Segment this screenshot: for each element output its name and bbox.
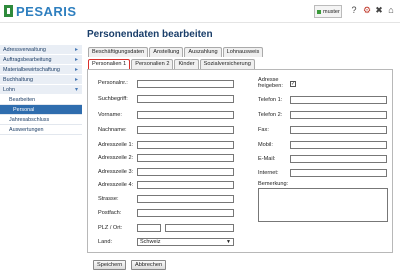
label-vorname: Vorname: <box>98 112 122 118</box>
sidebar-subitem-label: Personal <box>13 107 35 113</box>
label-adresse-freigeben-line2: freigeben: <box>258 83 283 89</box>
sidebar-item-buchhaltung[interactable]: Buchhaltung ▸ <box>0 75 82 85</box>
label-personalnr: Personalnr.: <box>98 80 128 86</box>
tools-icon[interactable]: ✖ <box>374 5 384 16</box>
label-postfach: Postfach: <box>98 210 122 216</box>
label-internet: Internet: <box>258 170 279 176</box>
page-title: Personendaten bearbeiten <box>87 29 213 40</box>
tab-beschaeftigungsdaten[interactable]: Beschäftigungsdaten <box>88 47 149 57</box>
sidebar-item-label: Adressverwaltung <box>3 47 46 53</box>
home-icon[interactable]: ⌂ <box>386 5 396 16</box>
help-icon[interactable]: ? <box>349 5 359 16</box>
chevron-right-icon: ▸ <box>74 57 78 63</box>
label-adresszeile-1: Adresszeile 1: <box>98 142 134 148</box>
sidebar-item-lohn[interactable]: Lohn ▾ <box>0 85 82 95</box>
label-mobil: Mobil: <box>258 142 273 148</box>
adresszeile-4-field[interactable] <box>137 181 234 189</box>
land-select[interactable]: Schweiz ▼ <box>137 238 234 246</box>
vorname-field[interactable] <box>137 111 234 119</box>
tab-lohnausweis[interactable]: Lohnausweis <box>222 47 264 57</box>
email-field[interactable] <box>290 155 387 163</box>
adresse-freigeben-checkbox[interactable]: ✓ <box>290 81 296 87</box>
tab-anstellung[interactable]: Anstellung <box>149 47 184 57</box>
label-adresszeile-3: Adresszeile 3: <box>98 169 134 175</box>
pesaris-logo[interactable]: PESARIS <box>4 3 77 19</box>
chevron-down-icon: ▾ <box>74 87 78 93</box>
form-panel: Personalnr.: Suchbegriff: Vorname: Nachn… <box>87 69 393 253</box>
fax-field[interactable] <box>290 126 387 134</box>
sidebar-subitem-personal[interactable]: Personal <box>0 105 82 115</box>
telefon-2-field[interactable] <box>290 111 387 119</box>
sidebar-item-label: Materialbewirtschaftung <box>3 67 60 73</box>
tab-sozialversicherung[interactable]: Sozialversicherung <box>199 59 255 69</box>
label-suchbegriff: Suchbegriff: <box>98 96 128 102</box>
sidebar-item-label: Lohn <box>3 87 15 93</box>
chevron-down-icon: ▼ <box>226 239 231 245</box>
tab-row-secondary: Personalien 1 Personalien 2 Kinder Sozia… <box>88 59 256 69</box>
tab-kinder[interactable]: Kinder <box>174 59 199 69</box>
label-telefon-2: Telefon 2: <box>258 112 283 118</box>
internet-field[interactable] <box>290 169 387 177</box>
label-strasse: Strasse: <box>98 196 119 202</box>
user-icon <box>317 9 321 14</box>
sidebar-item-materialbewirtschaftung[interactable]: Materialbewirtschaftung ▸ <box>0 65 82 75</box>
label-bemerkung: Bemerkung: <box>258 181 289 187</box>
nachname-field[interactable] <box>137 126 234 134</box>
sidebar-subitem-label: Auswertungen <box>9 127 44 133</box>
label-plz-ort: PLZ / Ort: <box>98 225 123 231</box>
label-telefon-1: Telefon 1: <box>258 97 283 103</box>
chevron-right-icon: ▸ <box>74 67 78 73</box>
sidebar-item-auftragsbearbeitung[interactable]: Auftragsbearbeitung ▸ <box>0 55 82 65</box>
logo-text: PESARIS <box>16 3 77 19</box>
label-adresse-freigeben: Adresse freigeben: <box>258 77 283 89</box>
sidebar: Adressverwaltung ▸ Auftragsbearbeitung ▸ M… <box>0 45 82 135</box>
label-adresszeile-4: Adresszeile 4: <box>98 182 134 188</box>
app-header: PESARIS muster ? ⚙ ✖ ⌂ <box>0 0 400 23</box>
sidebar-subitem-bearbeiten[interactable]: Bearbeiten <box>0 95 82 105</box>
sidebar-subitem-auswertungen[interactable]: Auswertungen <box>0 125 82 135</box>
postfach-field[interactable] <box>137 209 234 217</box>
tab-auszahlung[interactable]: Auszahlung <box>184 47 222 57</box>
strasse-field[interactable] <box>137 195 234 203</box>
tab-personalien-2[interactable]: Personalien 2 <box>131 59 174 69</box>
sidebar-item-label: Buchhaltung <box>3 77 33 83</box>
label-land: Land: <box>98 239 112 245</box>
telefon-1-field[interactable] <box>290 96 387 104</box>
adresszeile-1-field[interactable] <box>137 141 234 149</box>
label-fax: Fax: <box>258 127 269 133</box>
bemerkung-textarea[interactable] <box>258 188 388 222</box>
sidebar-subitem-label: Jahresabschluss <box>9 117 50 123</box>
tab-row-primary: Beschäftigungsdaten Anstellung Auszahlun… <box>88 47 264 57</box>
user-menu[interactable]: muster <box>314 5 342 18</box>
sidebar-subitem-label: Bearbeiten <box>9 97 36 103</box>
sidebar-subitem-jahresabschluss[interactable]: Jahresabschluss <box>0 115 82 125</box>
save-button[interactable]: Speichern <box>93 260 127 270</box>
label-email: E-Mail: <box>258 156 276 162</box>
cancel-button[interactable]: Abbrechen <box>131 260 167 270</box>
label-adresszeile-2: Adresszeile 2: <box>98 155 134 161</box>
ort-field[interactable] <box>165 224 234 232</box>
settings-icon[interactable]: ⚙ <box>362 5 372 16</box>
label-nachname: Nachname: <box>98 127 127 133</box>
tab-personalien-1[interactable]: Personalien 1 <box>88 59 131 69</box>
user-label: muster <box>323 8 340 15</box>
mobil-field[interactable] <box>290 141 387 149</box>
suchbegriff-field[interactable] <box>137 95 234 103</box>
adresszeile-3-field[interactable] <box>137 168 234 176</box>
logo-mark-icon <box>4 5 13 17</box>
chevron-right-icon: ▸ <box>74 47 78 53</box>
plz-field[interactable] <box>137 224 161 232</box>
sidebar-item-adressverwaltung[interactable]: Adressverwaltung ▸ <box>0 45 82 55</box>
chevron-right-icon: ▸ <box>74 77 78 83</box>
adresszeile-2-field[interactable] <box>137 154 234 162</box>
land-selected-value: Schweiz <box>140 239 161 245</box>
sidebar-item-label: Auftragsbearbeitung <box>3 57 52 63</box>
personalnr-field[interactable] <box>137 80 234 88</box>
